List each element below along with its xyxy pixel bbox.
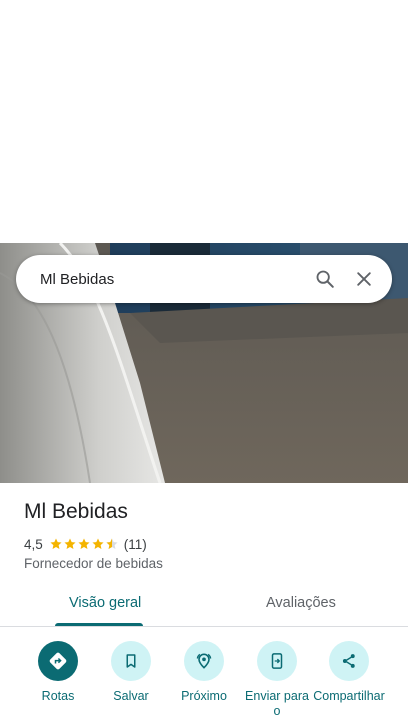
close-icon[interactable] <box>352 267 376 291</box>
nearby-label: Próximo <box>181 689 227 703</box>
share-icon[interactable] <box>329 641 369 681</box>
blank-top-area <box>0 0 408 243</box>
star-full-icon <box>50 538 62 549</box>
search-bar[interactable]: Ml Bebidas <box>16 255 392 303</box>
rating-row[interactable]: 4,5 (11) <box>24 535 147 553</box>
tab-overview[interactable]: Visão geral <box>69 595 141 611</box>
send-to-phone-label: Enviar para o <box>245 689 309 718</box>
star-full-icon <box>92 538 104 549</box>
star-full-icon <box>78 538 90 549</box>
tab-reviews[interactable]: Avaliações <box>266 595 336 611</box>
nearby-icon[interactable] <box>184 641 224 681</box>
share-label: Compartilhar <box>313 689 385 703</box>
review-count: (11) <box>123 536 147 552</box>
star-half-icon <box>106 538 118 549</box>
search-icon[interactable] <box>313 267 337 291</box>
place-category: Fornecedor de bebidas <box>24 556 163 571</box>
nearby-button[interactable]: Próximo <box>164 641 244 704</box>
directions-button[interactable]: Rotas <box>18 641 98 704</box>
star-full-icon <box>64 538 76 549</box>
search-query[interactable]: Ml Bebidas <box>40 271 313 288</box>
save-button[interactable]: Salvar <box>91 641 171 704</box>
rating-stars <box>49 537 119 551</box>
rating-value: 4,5 <box>24 536 43 552</box>
bookmark-icon[interactable] <box>111 641 151 681</box>
send-to-phone-icon[interactable] <box>257 641 297 681</box>
place-title: Ml Bebidas <box>24 500 128 523</box>
share-button[interactable]: Compartilhar <box>309 641 389 704</box>
directions-label: Rotas <box>41 689 75 703</box>
save-label: Salvar <box>113 689 149 703</box>
send-to-phone-button[interactable]: Enviar para o <box>237 641 317 719</box>
directions-icon[interactable] <box>38 641 78 681</box>
tabs-divider <box>0 626 408 627</box>
